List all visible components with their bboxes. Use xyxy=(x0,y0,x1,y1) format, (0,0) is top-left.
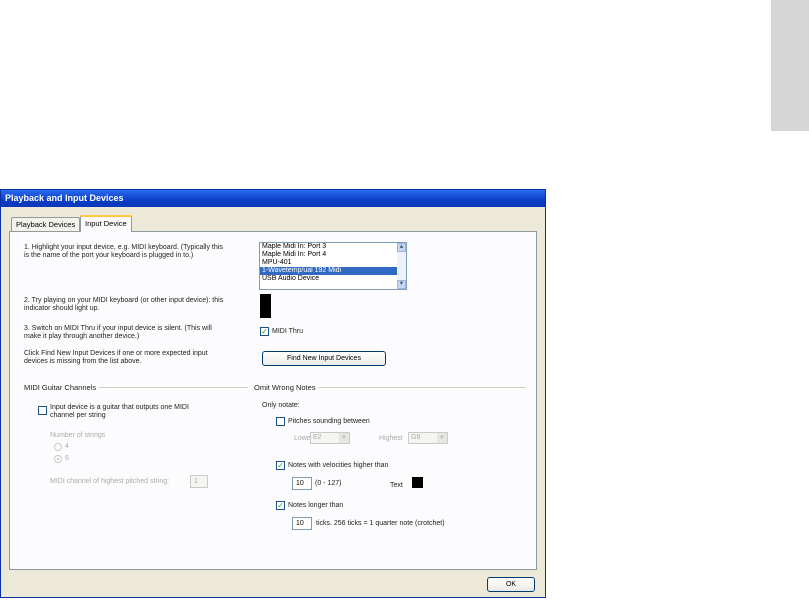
step1-text-line2: is the name of the port your keyboard is… xyxy=(24,252,194,259)
step2-text-line2: indicator should light up. xyxy=(24,305,100,312)
list-item[interactable]: Maple Midi In: Port 3 xyxy=(260,243,406,251)
highest-value: G6 xyxy=(411,434,421,441)
step1-text-line1: 1. Highlight your input device, e.g. MID… xyxy=(24,244,223,251)
tab-playback-devices[interactable]: Playback Devices xyxy=(11,217,81,231)
midi-thru-checkbox[interactable]: ✓ xyxy=(260,327,269,336)
text-color-swatch[interactable] xyxy=(412,477,423,488)
longer-field[interactable]: 10 xyxy=(292,517,312,530)
longer-label: Notes longer than xyxy=(288,502,344,509)
velocity-field[interactable]: 10 xyxy=(292,477,312,490)
find-text-line2: devices is missing from the list above. xyxy=(24,358,142,365)
guitar-group-title: MIDI Guitar Channels xyxy=(24,383,100,392)
list-item-selected[interactable]: 1-Wavetemp/ual 192 Midi xyxy=(260,267,406,275)
input-device-list[interactable]: Maple Midi In: Port 3 Maple Midi In: Por… xyxy=(259,242,407,290)
omit-group-title: Omit Wrong Notes xyxy=(254,383,319,392)
pitches-label: Pitches sounding between xyxy=(288,418,370,425)
find-text-line1: Click Find New Input Devices if one or m… xyxy=(24,350,208,357)
guitar-checkbox[interactable] xyxy=(38,406,47,415)
window-title: Playback and Input Devices xyxy=(1,190,545,207)
list-item[interactable]: USB Audio Device xyxy=(260,275,406,283)
step3-text-line1: 3. Switch on MIDI Thru if your input dev… xyxy=(24,325,212,332)
midi-activity-indicator xyxy=(260,294,271,318)
scroll-down-icon[interactable]: ▼ xyxy=(397,280,406,289)
ticks-text: ticks. 256 ticks = 1 quarter note (crotc… xyxy=(316,520,445,527)
highest-label: Highest xyxy=(379,435,403,442)
playback-input-devices-dialog: Playback and Input Devices Playback Devi… xyxy=(0,189,546,598)
strings-label: Number of strings xyxy=(50,432,106,439)
step3-text-line2: make it play through another device.) xyxy=(24,333,140,340)
lowest-dropdown[interactable]: E2 ▼ xyxy=(310,432,350,444)
midi-thru-label: MIDI Thru xyxy=(272,328,303,335)
strings-radio-6-label: 6 xyxy=(65,455,69,462)
ok-button[interactable]: OK xyxy=(487,577,535,592)
strings-radio-6[interactable] xyxy=(54,455,62,463)
channel-field[interactable]: 1 xyxy=(190,475,208,488)
scroll-up-icon[interactable]: ▲ xyxy=(397,243,406,252)
pitches-checkbox[interactable] xyxy=(276,417,285,426)
channel-label: MIDI channel of highest pitched string: xyxy=(50,478,170,485)
input-device-panel: 1. Highlight your input device, e.g. MID… xyxy=(9,231,537,570)
chevron-down-icon: ▼ xyxy=(339,433,349,443)
velocity-checkbox[interactable]: ✓ xyxy=(276,461,285,470)
strings-radio-4[interactable] xyxy=(54,443,62,451)
only-notate-label: Only notate: xyxy=(262,402,300,409)
tab-input-device[interactable]: Input Device xyxy=(80,215,132,232)
step2-text-line1: 2. Try playing on your MIDI keyboard (or… xyxy=(24,297,224,304)
guitar-checkbox-label-line1: Input device is a guitar that outputs on… xyxy=(50,404,189,411)
longer-checkbox[interactable]: ✓ xyxy=(276,501,285,510)
find-new-input-devices-button[interactable]: Find New Input Devices xyxy=(262,351,386,366)
guitar-checkbox-label-line2: channel per string xyxy=(50,412,106,419)
list-scrollbar[interactable]: ▲ ▼ xyxy=(397,243,406,289)
velocity-range: (0 - 127) xyxy=(315,480,342,487)
list-item[interactable]: Maple Midi In: Port 4 xyxy=(260,251,406,259)
text-color-label: Text xyxy=(390,482,403,489)
side-gray-tab xyxy=(771,0,809,131)
lowest-value: E2 xyxy=(313,434,322,441)
list-item[interactable]: MPU-401 xyxy=(260,259,406,267)
chevron-down-icon: ▼ xyxy=(437,433,447,443)
velocity-label: Notes with velocities higher than xyxy=(288,462,389,469)
strings-radio-4-label: 4 xyxy=(65,443,69,450)
highest-dropdown[interactable]: G6 ▼ xyxy=(408,432,448,444)
